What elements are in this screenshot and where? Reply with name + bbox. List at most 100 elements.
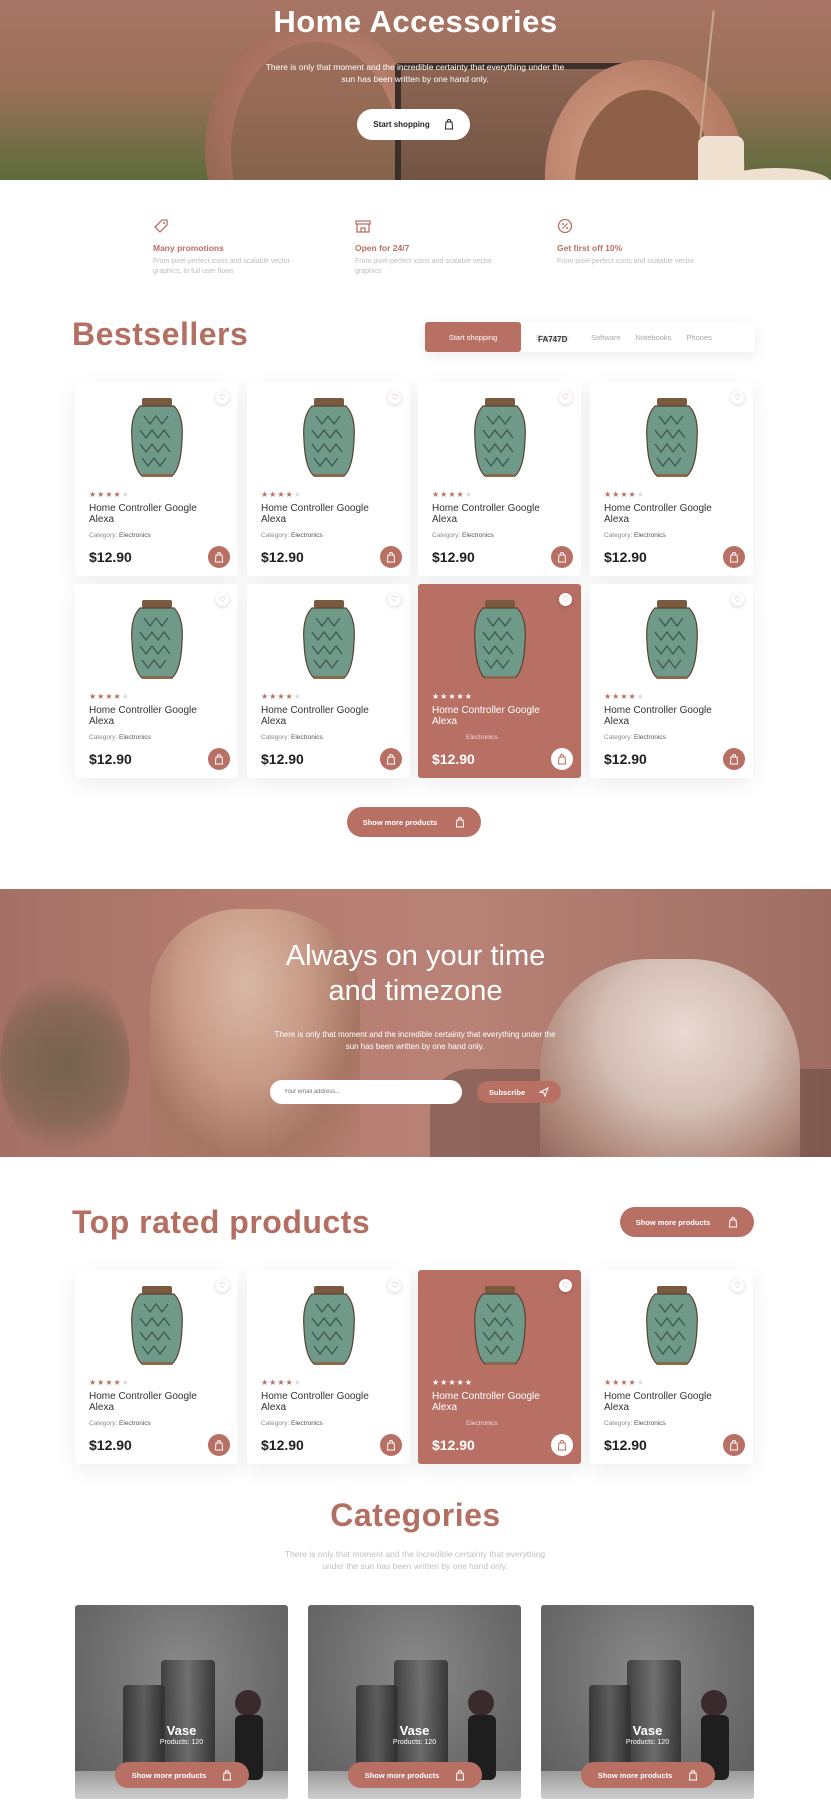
product-price: $12.90 [89,751,132,767]
product-card[interactable]: ♡ ★★★★★ Home Controller Google Alexa Catego… [418,1270,581,1464]
add-to-cart-button[interactable] [208,748,230,770]
email-input[interactable] [270,1080,462,1104]
add-to-cart-button[interactable] [723,748,745,770]
tab-phones[interactable]: Phones [671,333,711,342]
product-name: Home Controller Google Alexa [89,1391,197,1413]
add-to-cart-button[interactable] [551,748,573,770]
shopping-bag-icon [689,1769,698,1780]
rating-stars: ★★★★★ [604,1378,645,1387]
product-card[interactable]: ♡ ★★★★★ Home Controller Google Alexa Catego… [418,382,581,576]
product-category: Category: Electronics [89,734,151,741]
product-category-value: Electronics [291,1420,323,1427]
heart-icon[interactable]: ♡ [559,1279,572,1292]
feature-first-off: Get first off 10% From pixel-perfect ico… [557,218,707,267]
subscribe-button[interactable]: Subscribe [477,1081,561,1103]
heart-icon[interactable]: ♡ [216,593,229,606]
heart-icon[interactable]: ♡ [731,1279,744,1292]
product-card[interactable]: ♡ ★★★★★ Home Controller Google Alexa Catego… [418,584,581,778]
category-decor-flower [701,1690,727,1716]
rating-stars: ★★★★★ [89,692,130,701]
product-category: Category: Electronics [604,1420,666,1427]
product-category: Category: Electronics [604,734,666,741]
vase-product-image [303,600,355,679]
newsletter-text: There is only that moment and the incred… [274,1030,556,1051]
heart-icon[interactable]: ♡ [731,391,744,404]
product-price: $12.90 [432,549,475,565]
add-to-cart-button[interactable] [380,1434,402,1456]
product-price: $12.90 [89,1437,132,1453]
category-count: Products: 120 [159,1739,204,1746]
newsletter-title: Always on your time and timezone [0,939,831,1009]
shopping-bag-icon [729,551,739,562]
product-name: Home Controller Google Alexa [604,503,712,525]
category-card[interactable]: Vase Products: 120 Show more products [541,1605,754,1799]
rating-stars: ★★★★★ [261,692,302,701]
category-count: Products: 120 [625,1739,670,1746]
hero-start-shopping-button[interactable]: Start shopping [357,109,470,140]
bestsellers-show-more-button[interactable]: Show more products [347,807,481,837]
add-to-cart-button[interactable] [551,546,573,568]
hero-banner: Home Accessories There is only that mome… [0,0,831,180]
heart-icon[interactable]: ♡ [216,1279,229,1292]
heart-icon[interactable]: ♡ [388,391,401,404]
category-decor-flower [235,1690,261,1716]
product-card[interactable]: ♡ ★★★★★ Home Controller Google Alexa Catego… [590,1270,753,1464]
add-to-cart-button[interactable] [380,546,402,568]
category-show-more-button[interactable]: Show more products [581,1762,715,1788]
product-name: Home Controller Google Alexa [261,705,369,727]
add-to-cart-button[interactable] [723,1434,745,1456]
shopping-bag-icon [456,1769,465,1780]
product-category: Category: Electronics [466,734,498,741]
vase-product-image [474,1286,526,1365]
add-to-cart-button[interactable] [380,748,402,770]
tab-color-code: FA747D [538,335,568,344]
shopping-bag-icon [729,1216,738,1227]
product-category: Category: Electronics [261,532,323,539]
product-card[interactable]: ♡ ★★★★★ Home Controller Google Alexa Catego… [75,584,238,778]
heart-icon[interactable]: ♡ [388,593,401,606]
add-to-cart-button[interactable] [208,1434,230,1456]
tab-software[interactable]: Software [569,333,621,342]
product-category-label: Category: [261,734,290,741]
heart-icon[interactable]: ♡ [731,593,744,606]
category-show-more-button[interactable]: Show more products [348,1762,482,1788]
heart-icon[interactable]: ♡ [559,391,572,404]
shopping-bag-icon [444,119,453,130]
product-name: Home Controller Google Alexa [432,503,540,525]
product-card[interactable]: ♡ ★★★★★ Home Controller Google Alexa Catego… [75,1270,238,1464]
product-card[interactable]: ♡ ★★★★★ Home Controller Google Alexa Catego… [247,1270,410,1464]
vase-product-image [303,1286,355,1365]
subscribe-label: Subscribe [488,1087,526,1097]
product-card[interactable]: ♡ ★★★★★ Home Controller Google Alexa Catego… [590,382,753,576]
category-card[interactable]: Vase Products: 120 Show more products [308,1605,521,1799]
vase-product-image [646,1286,698,1365]
heart-icon[interactable]: ♡ [388,1279,401,1292]
tab-notebooks[interactable]: Notebooks [621,333,672,342]
tab-start-shopping[interactable]: Start shopping [425,322,521,352]
top-rated-show-more-button[interactable]: Show more products [620,1207,754,1237]
category-show-more-button[interactable]: Show more products [115,1762,249,1788]
product-category-value: Electronics [634,1420,666,1427]
product-price: $12.90 [432,1437,475,1453]
product-card[interactable]: ♡ ★★★★★ Home Controller Google Alexa Catego… [75,382,238,576]
rating-stars: ★★★★★ [261,490,302,499]
add-to-cart-button[interactable] [208,546,230,568]
product-name: Home Controller Google Alexa [604,1391,712,1413]
product-card[interactable]: ♡ ★★★★★ Home Controller Google Alexa Catego… [247,382,410,576]
shopping-bag-icon [557,1439,567,1450]
category-card[interactable]: Vase Products: 120 Show more products [75,1605,288,1799]
product-card[interactable]: ♡ ★★★★★ Home Controller Google Alexa Catego… [590,584,753,778]
product-price: $12.90 [604,1437,647,1453]
product-category-value: Electronics [119,532,151,539]
rating-stars: ★★★★★ [432,692,473,701]
product-name: Home Controller Google Alexa [261,1391,369,1413]
heart-icon[interactable]: ♡ [559,593,572,606]
heart-icon[interactable]: ♡ [216,391,229,404]
vase-product-image [131,1286,183,1365]
product-card[interactable]: ♡ ★★★★★ Home Controller Google Alexa Catego… [247,584,410,778]
add-to-cart-button[interactable] [723,546,745,568]
shopping-bag-icon [729,753,739,764]
shopping-bag-icon [456,816,465,827]
add-to-cart-button[interactable] [551,1434,573,1456]
product-price: $12.90 [604,751,647,767]
